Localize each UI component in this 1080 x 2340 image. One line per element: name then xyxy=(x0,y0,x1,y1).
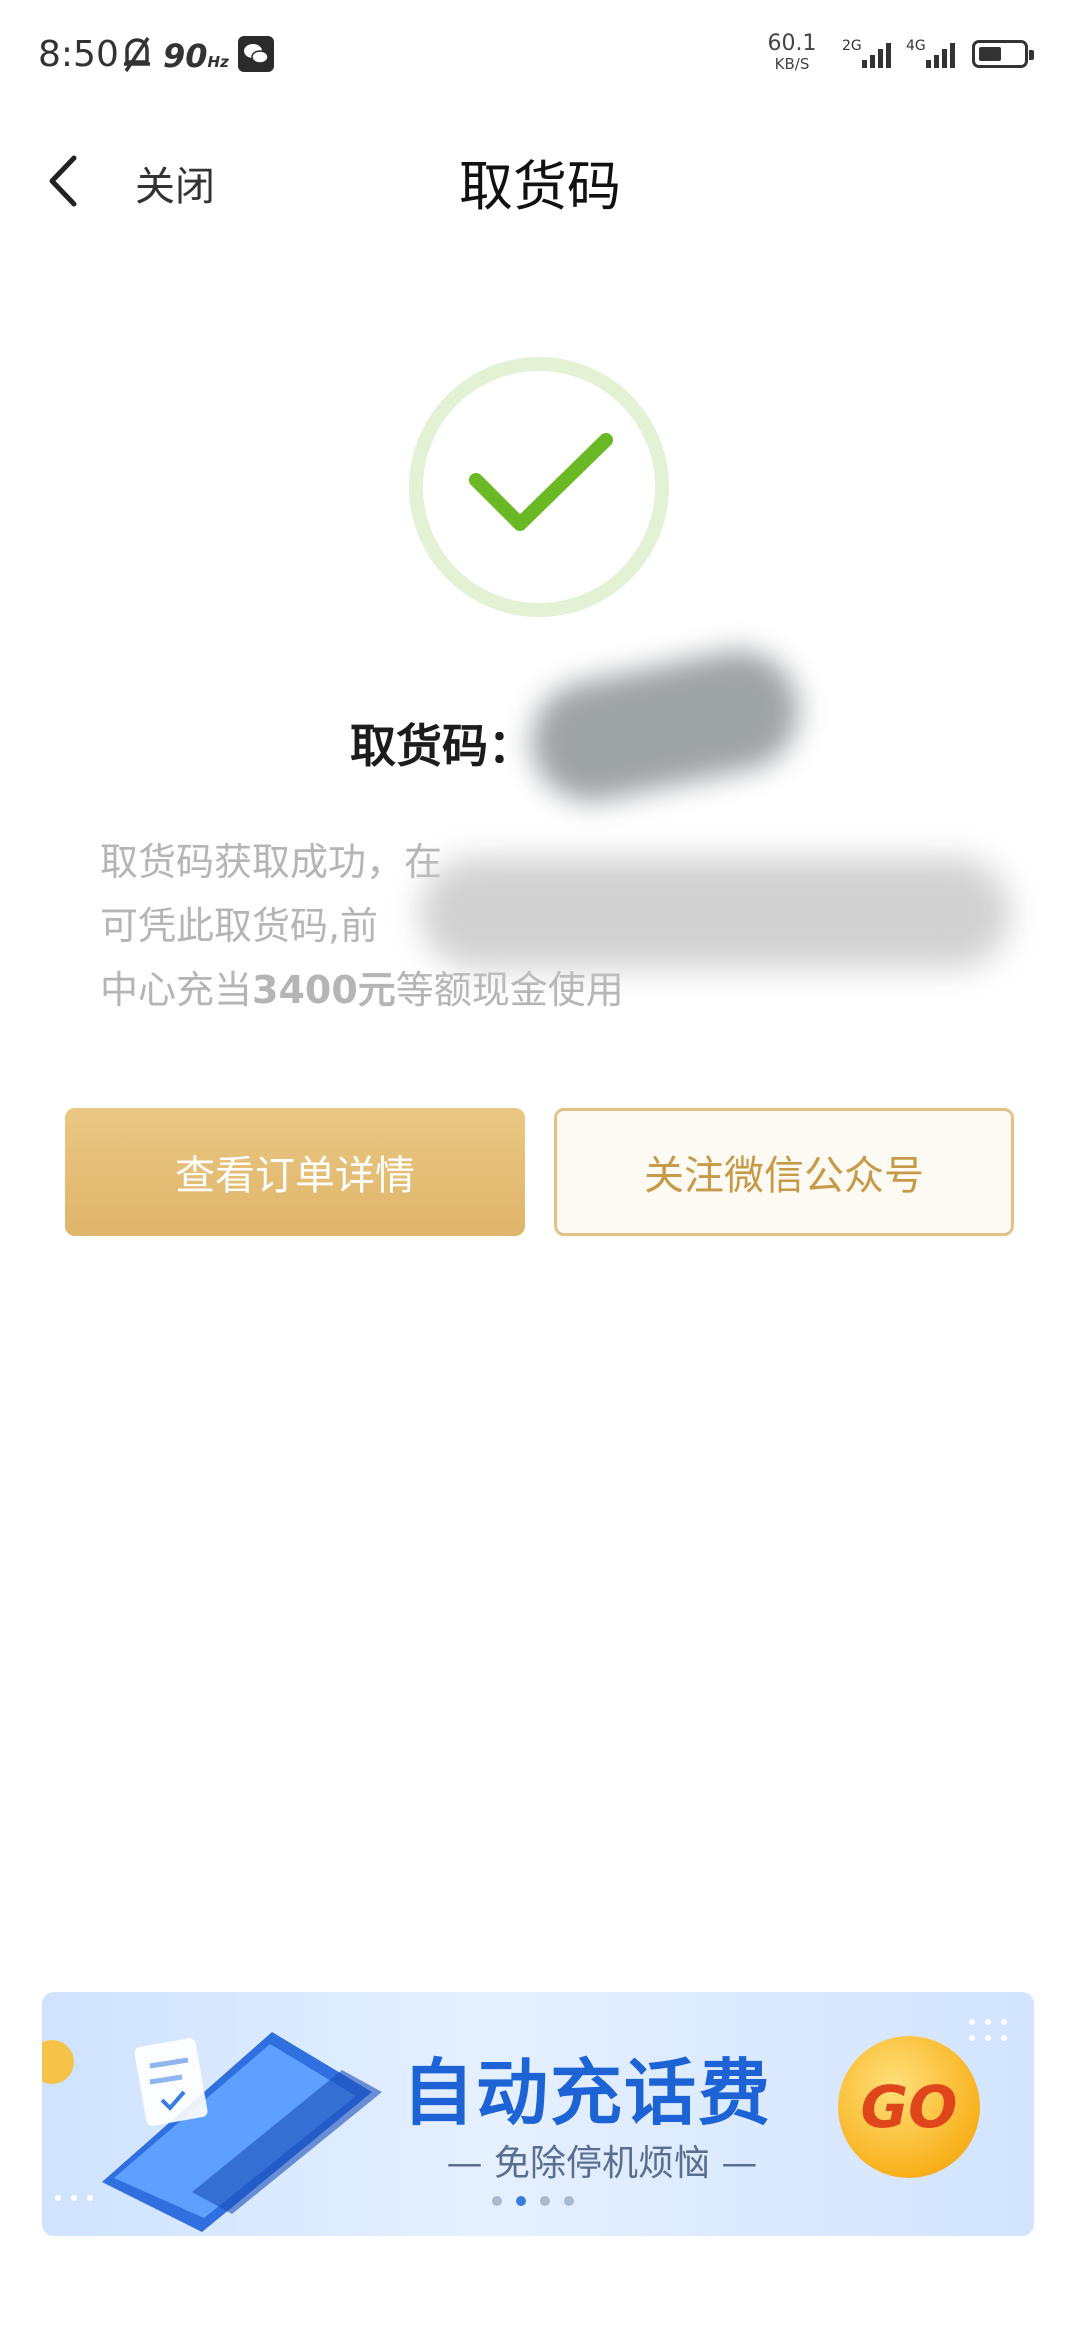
signal-4g-icon: 4G xyxy=(906,38,955,68)
svg-text:4G: 4G xyxy=(906,38,926,54)
signal-2g-icon: 2G xyxy=(842,38,891,68)
mute-bell-icon xyxy=(124,37,150,72)
success-check-icon xyxy=(409,357,669,617)
carousel-dot[interactable] xyxy=(540,2196,550,2206)
svg-text:2G: 2G xyxy=(842,38,862,54)
view-order-details-button[interactable]: 查看订单详情 xyxy=(65,1108,525,1236)
go-button[interactable]: GO xyxy=(838,2036,980,2178)
follow-wechat-button[interactable]: 关注微信公众号 xyxy=(554,1108,1014,1236)
status-bar: 8:50 90Hz 60.1 KB/S 2G 4G xyxy=(0,0,1080,110)
wechat-notification-icon xyxy=(238,36,274,72)
pickup-code-redacted xyxy=(520,639,830,816)
carousel-dot[interactable] xyxy=(564,2196,574,2206)
amount-text: 3400元 xyxy=(252,968,396,1012)
refresh-rate: 90Hz xyxy=(163,37,229,75)
auto-recharge-banner[interactable]: 自动充话费 — 免除停机烦恼 — GO xyxy=(42,1992,1034,2236)
status-time: 8:50 xyxy=(38,34,119,75)
carousel-indicator xyxy=(492,2196,574,2206)
nav-bar: 关闭 取货码 xyxy=(0,110,1080,250)
carousel-dot-active[interactable] xyxy=(516,2196,526,2206)
network-speed: 60.1 KB/S xyxy=(767,31,817,74)
description-redacted xyxy=(420,830,1020,990)
battery-icon xyxy=(972,40,1034,68)
banner-subtitle: — 免除停机烦恼 — xyxy=(446,2143,758,2184)
banner-title: 自动充话费 xyxy=(402,2051,773,2135)
pickup-code-label: 取货码： xyxy=(350,719,534,773)
carousel-dot[interactable] xyxy=(492,2196,502,2206)
page-title: 取货码 xyxy=(459,155,621,218)
